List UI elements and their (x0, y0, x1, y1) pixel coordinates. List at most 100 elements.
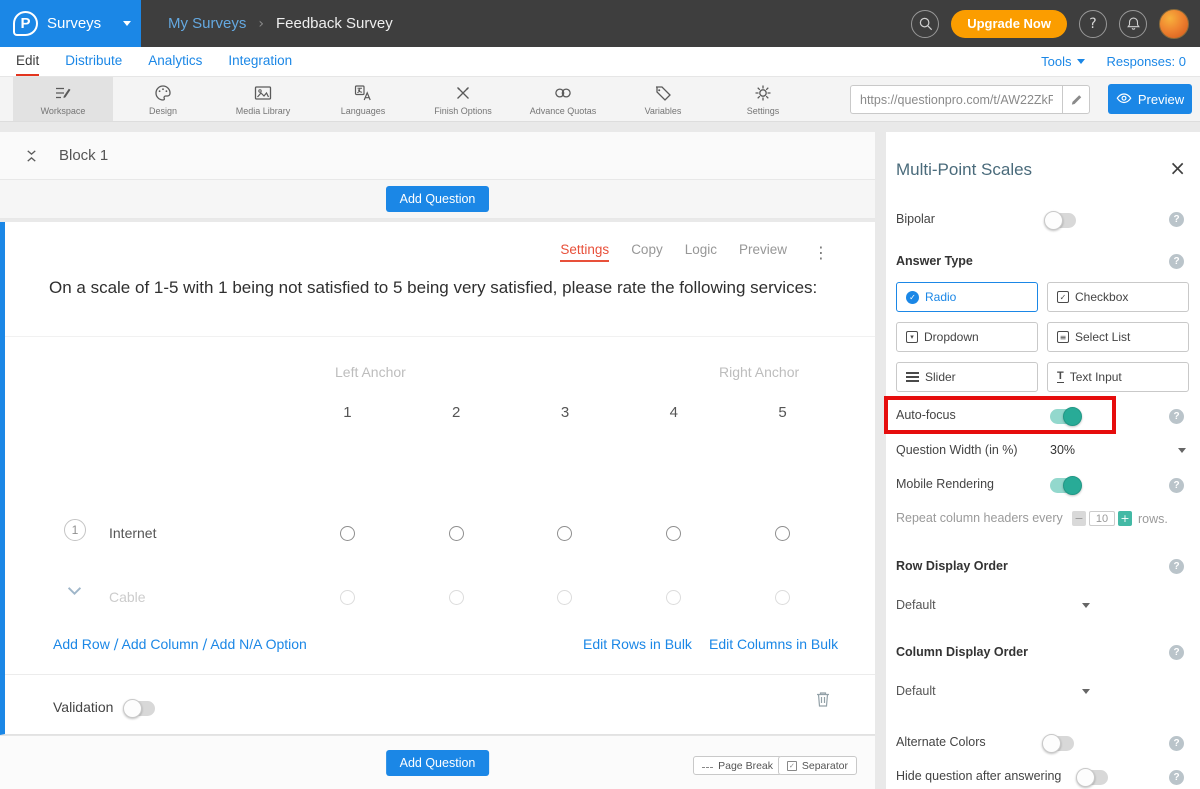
help-icon[interactable] (1169, 212, 1184, 227)
validation-toggle[interactable] (125, 701, 155, 716)
add-row-link[interactable]: Add Row (53, 636, 110, 652)
bipolar-label: Bipolar (896, 212, 935, 226)
tab-distribute[interactable]: Distribute (65, 47, 122, 76)
help-icon[interactable] (1169, 559, 1184, 574)
help-icon[interactable] (1169, 478, 1184, 493)
edit-columns-in-bulk-link[interactable]: Edit Columns in Bulk (709, 636, 838, 652)
answer-type-slider[interactable]: Slider (896, 362, 1038, 392)
toolbar-item-advance-quotas[interactable]: Advance Quotas (513, 77, 613, 121)
alternate-colors-label: Alternate Colors (896, 735, 986, 749)
page-break-button[interactable]: Page Break (693, 756, 782, 775)
answer-type-text-input[interactable]: Text Input (1047, 362, 1189, 392)
edit-url-button[interactable] (1062, 85, 1090, 114)
search-button[interactable] (911, 10, 939, 38)
option-label: Dropdown (924, 330, 979, 344)
radio-option[interactable] (666, 526, 681, 541)
question-tab-preview[interactable]: Preview (739, 242, 787, 262)
close-icon[interactable]: × (1169, 158, 1186, 178)
toolbar-item-languages[interactable]: Languages (313, 77, 413, 121)
tools-menu[interactable]: Tools (1041, 54, 1084, 69)
radio-option[interactable] (557, 590, 572, 605)
breadcrumb-my-surveys[interactable]: My Surveys (168, 15, 246, 32)
delete-question-button[interactable] (815, 690, 831, 711)
radio-option[interactable] (775, 526, 790, 541)
edit-rows-in-bulk-link[interactable]: Edit Rows in Bulk (583, 636, 692, 652)
survey-nav: Edit Distribute Analytics Integration To… (0, 47, 1200, 77)
radio-option[interactable] (340, 526, 355, 541)
radio-option[interactable] (449, 526, 464, 541)
radio-option[interactable] (666, 590, 681, 605)
row-display-order-select[interactable]: Default (896, 598, 936, 612)
chevron-down-icon[interactable] (1178, 448, 1186, 453)
responses-link[interactable]: Responses: 0 (1107, 54, 1187, 69)
row-label-internet[interactable]: Internet (109, 525, 156, 541)
question-text[interactable]: On a scale of 1-5 with 1 being not satis… (49, 274, 819, 301)
column-header[interactable]: 1 (293, 404, 402, 421)
auto-focus-toggle[interactable] (1050, 409, 1080, 424)
add-column-link[interactable]: Add Column (122, 636, 199, 652)
question-tab-settings[interactable]: Settings (560, 242, 609, 262)
chevron-down-icon[interactable] (1082, 689, 1090, 694)
row-expand-chevron[interactable] (67, 584, 82, 599)
toolbar-item-settings[interactable]: Settings (713, 77, 813, 121)
tab-analytics[interactable]: Analytics (148, 47, 202, 76)
stepper-minus-button[interactable]: − (1072, 511, 1086, 526)
repeat-headers-input[interactable] (1089, 511, 1115, 526)
survey-url-input[interactable] (850, 85, 1062, 114)
add-question-button-bottom[interactable]: Add Question (386, 750, 490, 776)
mobile-rendering-label: Mobile Rendering (896, 477, 994, 491)
column-header[interactable]: 4 (619, 404, 728, 421)
chevron-down-icon[interactable] (1082, 603, 1090, 608)
help-icon[interactable] (1169, 770, 1184, 785)
user-avatar[interactable] (1159, 9, 1189, 39)
answer-type-checkbox[interactable]: Checkbox (1047, 282, 1189, 312)
column-header[interactable]: 5 (728, 404, 837, 421)
right-anchor-label[interactable]: Right Anchor (719, 364, 799, 380)
help-icon[interactable] (1169, 645, 1184, 660)
question-more-menu-icon[interactable]: ⋮ (813, 243, 829, 262)
toolbar-item-variables[interactable]: Variables (613, 77, 713, 121)
toolbar-item-design[interactable]: Design (113, 77, 213, 121)
add-question-button-top[interactable]: Add Question (386, 186, 490, 212)
add-na-option-link[interactable]: Add N/A Option (210, 636, 307, 652)
bipolar-toggle[interactable] (1046, 213, 1076, 228)
radio-option[interactable] (449, 590, 464, 605)
upgrade-now-button[interactable]: Upgrade Now (951, 10, 1067, 38)
tab-integration[interactable]: Integration (228, 47, 292, 76)
row-label-cable[interactable]: Cable (109, 589, 146, 605)
answer-type-select-list[interactable]: Select List (1047, 322, 1189, 352)
toolbar-item-workspace[interactable]: Workspace (13, 77, 113, 121)
radio-option[interactable] (340, 590, 355, 605)
question-width-value[interactable]: 30% (1050, 443, 1075, 457)
column-display-order-select[interactable]: Default (896, 684, 936, 698)
column-header[interactable]: 3 (511, 404, 620, 421)
question-tab-copy[interactable]: Copy (631, 242, 663, 262)
toolbar-item-finish-options[interactable]: Finish Options (413, 77, 513, 121)
alternate-colors-toggle[interactable] (1044, 736, 1074, 751)
notifications-button[interactable] (1119, 10, 1147, 38)
help-icon[interactable] (1169, 409, 1184, 424)
preview-button[interactable]: Preview (1108, 84, 1192, 114)
mobile-rendering-toggle[interactable] (1050, 478, 1080, 493)
app-logo-menu[interactable]: P Surveys (0, 0, 141, 47)
toolbar-item-label: Languages (341, 106, 386, 116)
answer-type-radio[interactable]: Radio (896, 282, 1038, 312)
separator-button[interactable]: Separator (778, 756, 857, 775)
toolbar-item-media-library[interactable]: Media Library (213, 77, 313, 121)
hide-after-answering-toggle[interactable] (1078, 770, 1108, 785)
answer-type-dropdown[interactable]: Dropdown (896, 322, 1038, 352)
collapse-block-button[interactable] (24, 148, 39, 164)
stepper-plus-button[interactable]: + (1118, 511, 1132, 526)
radio-option[interactable] (775, 590, 790, 605)
tab-edit[interactable]: Edit (16, 47, 39, 76)
block-title[interactable]: Block 1 (59, 147, 108, 164)
variables-tag-icon (653, 83, 673, 103)
question-tab-logic[interactable]: Logic (685, 242, 717, 262)
left-anchor-label[interactable]: Left Anchor (335, 364, 406, 380)
help-icon[interactable] (1169, 736, 1184, 751)
option-label: Radio (925, 290, 956, 304)
column-header[interactable]: 2 (402, 404, 511, 421)
help-icon[interactable] (1169, 254, 1184, 269)
radio-option[interactable] (557, 526, 572, 541)
help-button[interactable]: ? (1079, 10, 1107, 38)
